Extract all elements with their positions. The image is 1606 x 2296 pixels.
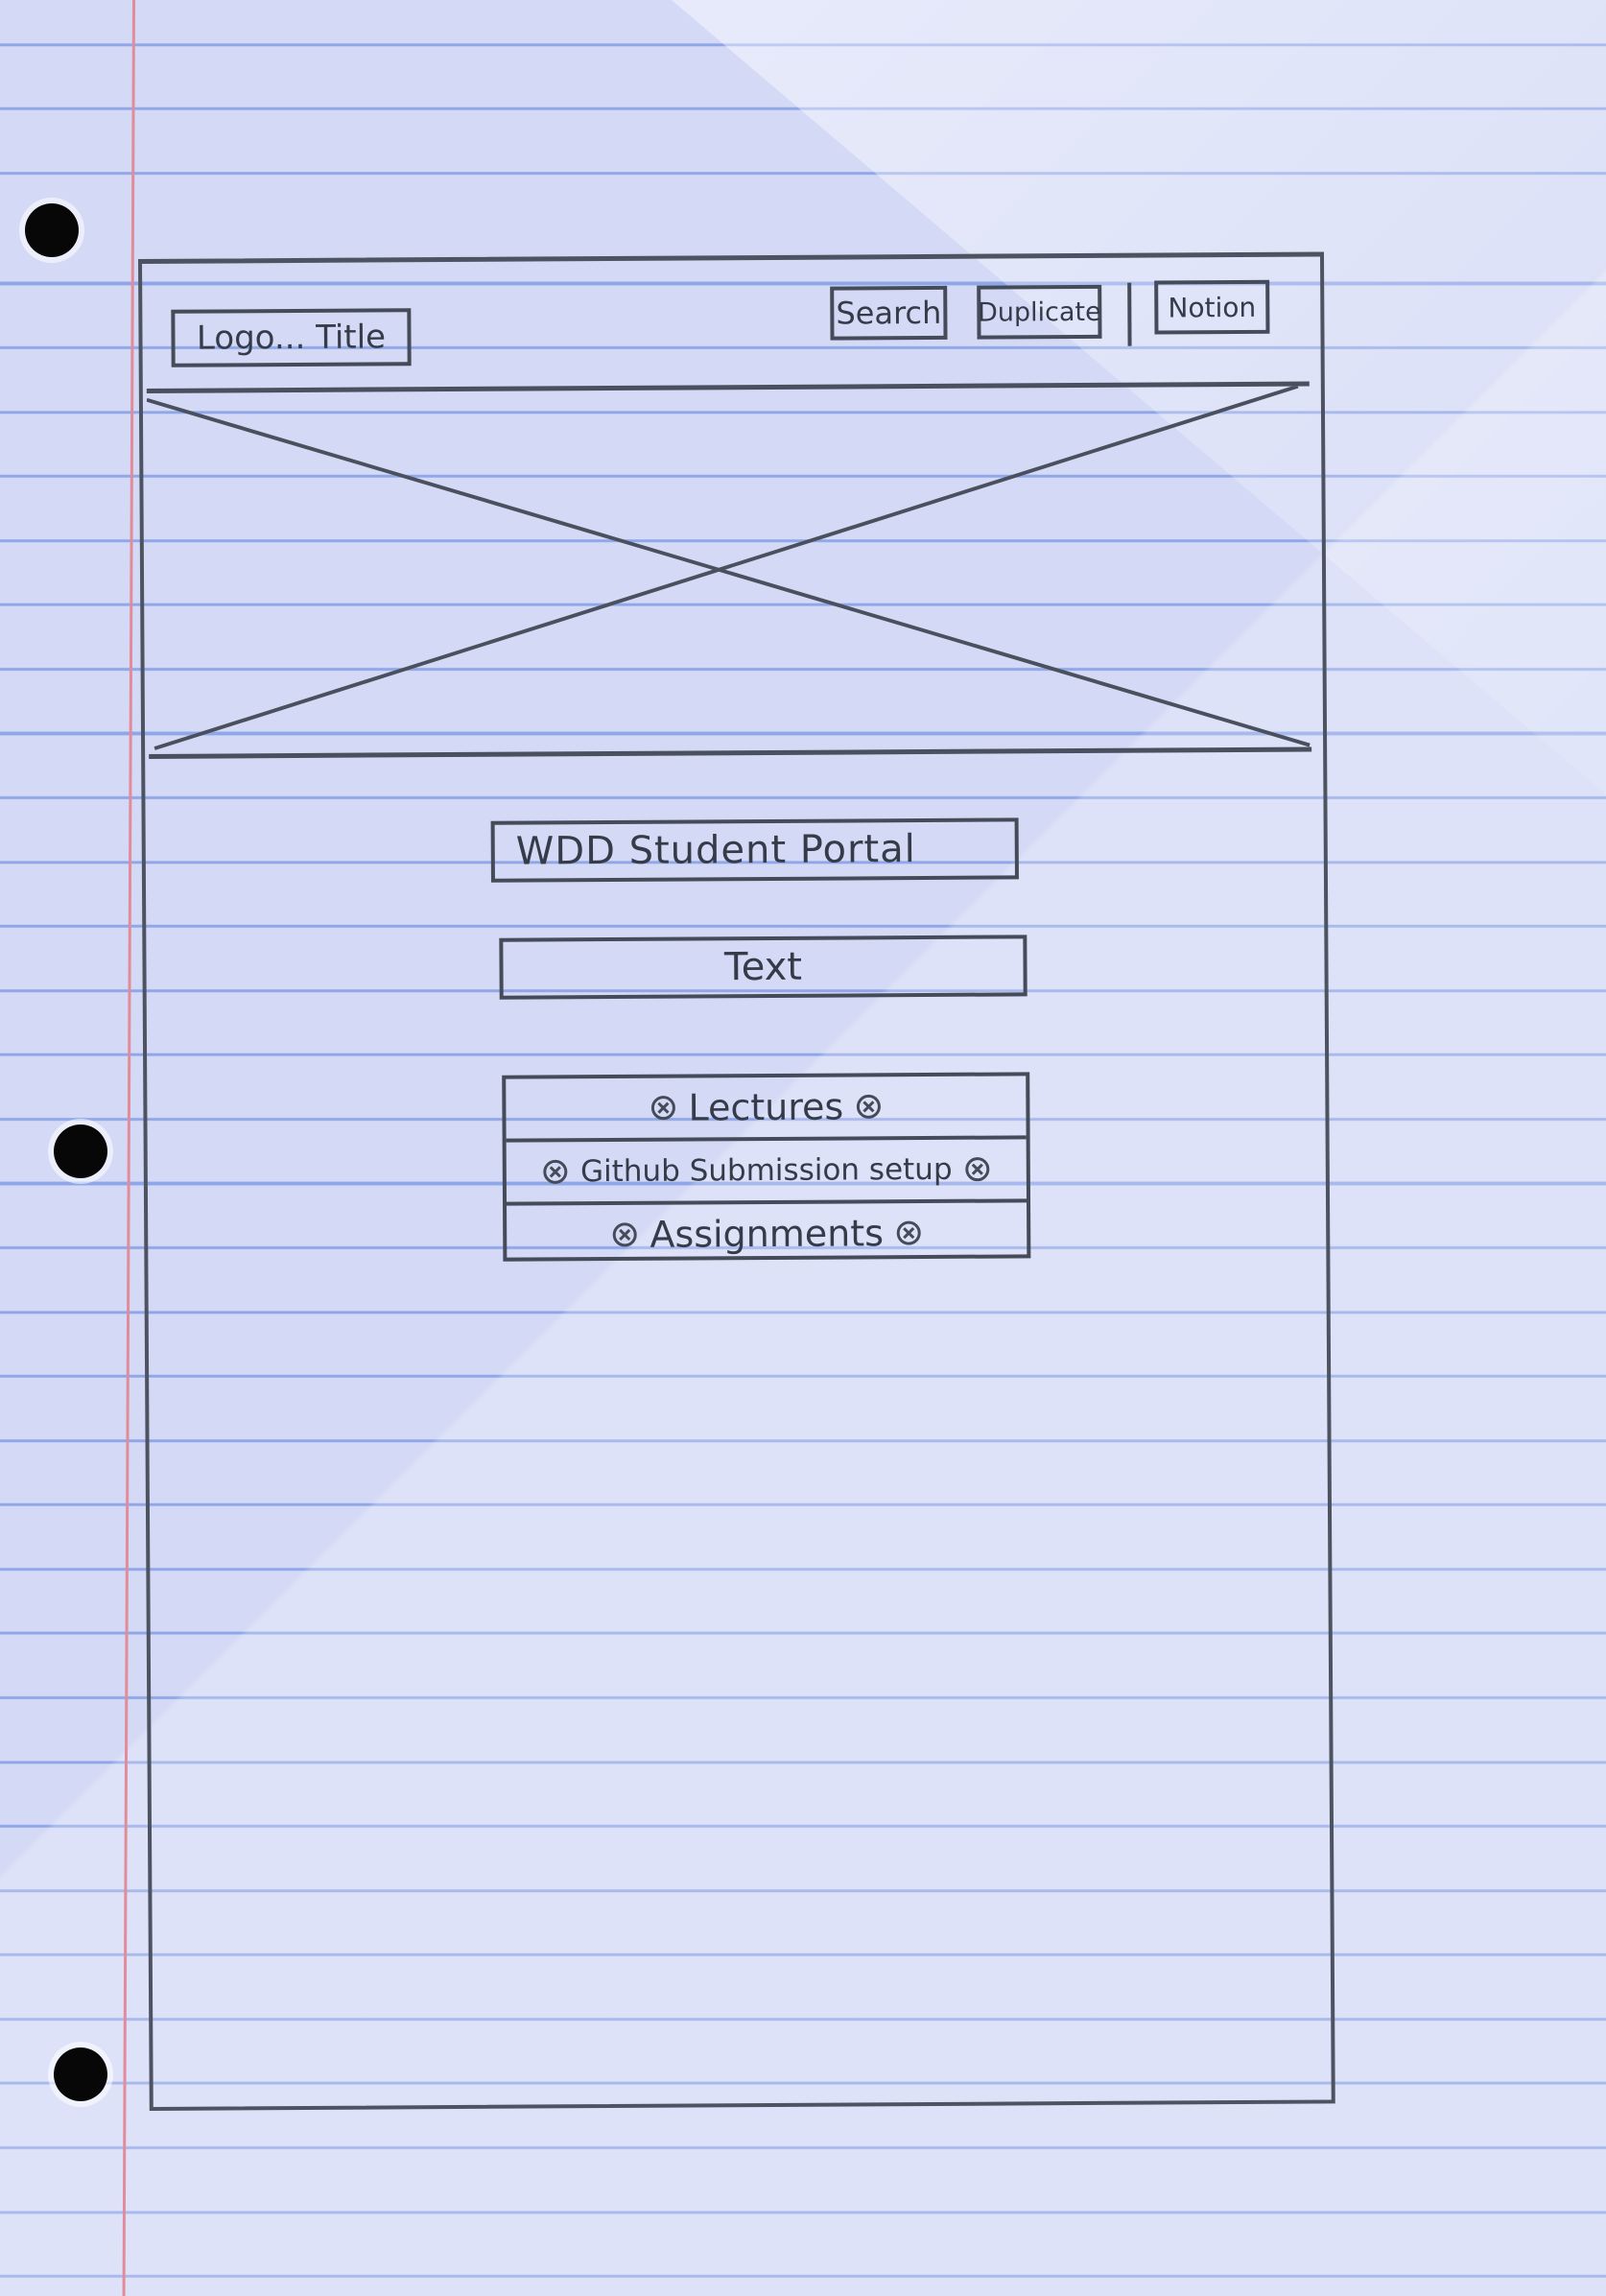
placeholder-cross-line <box>154 386 1299 750</box>
notion-button[interactable]: Notion <box>1154 279 1270 335</box>
search-button-label: Search <box>836 294 942 332</box>
x-circle-icon <box>896 1220 921 1245</box>
punch-hole <box>54 1124 107 1178</box>
x-circle-icon <box>612 1222 637 1247</box>
logo-title-text: Logo... Title <box>196 318 387 358</box>
search-button[interactable]: Search <box>830 285 948 341</box>
x-circle-icon <box>965 1157 990 1182</box>
text-block: Text <box>499 935 1027 1000</box>
punch-hole <box>54 2047 107 2101</box>
wireframe-page: Logo... Title Search Duplicate Notion WD… <box>138 251 1335 2111</box>
navigation-list: Lectures Github Submission setup Assignm… <box>502 1072 1031 1262</box>
punch-hole <box>25 203 79 257</box>
nav-item-label: Github Submission setup <box>579 1151 953 1190</box>
image-placeholder-cross <box>146 386 1311 750</box>
notion-button-label: Notion <box>1168 291 1257 323</box>
text-block-label: Text <box>723 944 803 990</box>
nav-item-lectures[interactable]: Lectures <box>506 1076 1027 1143</box>
nav-item-github-submission-setup[interactable]: Github Submission setup <box>506 1139 1027 1206</box>
page-title-text: WDD Student Portal <box>515 827 916 874</box>
nav-item-assignments[interactable]: Assignments <box>507 1202 1027 1265</box>
header-button-separator <box>1127 282 1132 346</box>
duplicate-button[interactable]: Duplicate <box>977 284 1102 340</box>
nav-item-label: Assignments <box>649 1212 885 1256</box>
page-title: WDD Student Portal <box>490 817 1019 883</box>
hero-image-placeholder <box>146 381 1312 759</box>
duplicate-button-label: Duplicate <box>977 296 1101 328</box>
x-circle-icon <box>651 1096 676 1121</box>
nav-item-label: Lectures <box>688 1085 844 1129</box>
placeholder-cross-line <box>146 397 1311 747</box>
logo-title[interactable]: Logo... Title <box>171 308 412 367</box>
paper-margin-line <box>122 0 135 2296</box>
x-circle-icon <box>856 1094 881 1119</box>
x-circle-icon <box>543 1159 568 1184</box>
